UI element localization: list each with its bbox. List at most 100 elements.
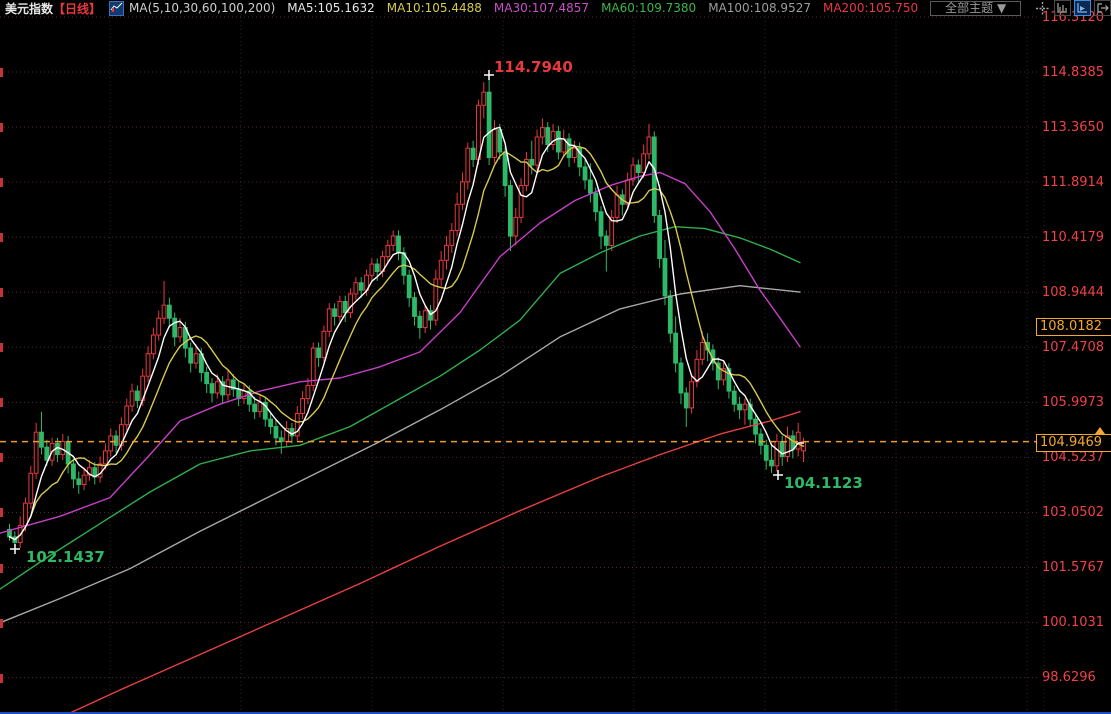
ma-value-label: MA5:105.1632 — [287, 1, 375, 15]
candle-body — [588, 180, 592, 193]
all-themes-button[interactable]: 全部主题 ▼ — [930, 1, 1021, 16]
crosshair-move-icon[interactable] — [1034, 0, 1051, 16]
candle-body — [764, 445, 768, 460]
axis-price-label: 108.9444 — [1042, 285, 1110, 300]
candle-body — [594, 193, 598, 212]
candle-body — [668, 296, 672, 333]
marker-price-box: 108.0182 — [1036, 318, 1111, 336]
ma-value-label: MA100:108.9527 — [708, 1, 811, 15]
candle-body — [359, 283, 363, 290]
candle-body — [194, 354, 198, 363]
candle-body — [301, 399, 305, 414]
candle-body — [754, 419, 758, 434]
axis-price-label: 113.3650 — [1042, 120, 1110, 135]
candle-body — [82, 475, 86, 484]
ma-value-label: MA30:107.4857 — [494, 1, 589, 15]
candle-body — [541, 128, 545, 137]
axis-chart-icon[interactable] — [1054, 0, 1071, 16]
left-axis-tick — [0, 178, 3, 187]
candle-body — [455, 204, 459, 230]
ma-value-list: MA5:105.1632MA10:105.4488MA30:107.4857MA… — [287, 1, 930, 15]
candle-body — [663, 258, 667, 295]
candle-body — [354, 283, 358, 294]
candle-body — [274, 427, 278, 438]
ma-signature: MA(5,10,30,60,100,200) — [129, 1, 275, 15]
left-axis-tick — [0, 398, 3, 407]
candle-body — [658, 215, 662, 258]
exit-pane-icon[interactable] — [1094, 0, 1111, 16]
chart-header: 美元指数 【日线】 MA(5,10,30,60,100,200) MA5:105… — [0, 0, 1111, 16]
axis-price-label: 98.6296 — [1042, 670, 1110, 685]
candle-body — [514, 217, 518, 236]
candle-body — [114, 436, 118, 445]
candle-body — [104, 451, 108, 464]
ma10-line — [10, 146, 804, 539]
extreme-price-label: 102.1437 — [26, 548, 105, 566]
left-axis-tick — [0, 68, 3, 77]
candle-body — [151, 335, 155, 354]
candle-body — [157, 318, 161, 335]
candle-body — [391, 236, 395, 245]
candle-body — [418, 316, 422, 327]
candle-body — [572, 148, 576, 157]
candle-body — [615, 195, 619, 217]
candle-body — [343, 301, 347, 312]
candle-body — [610, 217, 614, 245]
active-chart-icon[interactable] — [1074, 0, 1091, 16]
candle-body — [338, 301, 342, 316]
candle-body — [636, 165, 640, 172]
candle-body — [178, 328, 182, 337]
candle-body — [215, 382, 219, 393]
candle-body — [535, 137, 539, 165]
candle-body — [45, 447, 49, 460]
candle-body — [386, 245, 390, 256]
candle-body — [189, 348, 193, 363]
ma60-line — [0, 227, 800, 589]
ma-value-label: MA60:109.7380 — [601, 1, 696, 15]
candle-body — [738, 404, 742, 410]
candle-body — [461, 182, 465, 204]
axis-price-label: 103.0502 — [1042, 505, 1110, 520]
left-axis-tick — [0, 508, 3, 517]
candle-body — [162, 305, 166, 318]
candle-body — [626, 180, 630, 204]
candle-body — [397, 236, 401, 253]
left-axis-tick — [0, 674, 3, 683]
candle-body — [269, 419, 273, 426]
candle-body — [445, 245, 449, 260]
candle-body — [375, 264, 379, 271]
candle-body — [679, 363, 683, 393]
candle-body — [487, 92, 491, 157]
candle-body — [759, 434, 763, 445]
candle-body — [695, 359, 699, 381]
current-price-box: 104.9469 — [1036, 434, 1111, 452]
scroll-latest-arrow-icon[interactable] — [1095, 427, 1105, 434]
candle-body — [743, 404, 747, 410]
candle-body — [796, 432, 800, 449]
candle-body — [109, 436, 113, 451]
candle-body — [466, 148, 470, 182]
candle-body — [684, 393, 688, 408]
candle-body — [77, 479, 81, 485]
candle-body — [61, 442, 65, 455]
candle-body — [130, 391, 134, 406]
candle-body — [642, 154, 646, 173]
candle-body — [258, 402, 262, 411]
candle-body — [205, 372, 209, 383]
candle-body — [583, 167, 587, 180]
candle-body — [29, 473, 33, 503]
candlestick-chart[interactable]: 114.7940102.1437104.1123 — [0, 0, 1111, 714]
axis-price-label: 107.4708 — [1042, 340, 1110, 355]
candle-body — [471, 148, 475, 159]
candle-body — [556, 131, 560, 152]
candle-body — [770, 460, 774, 466]
candle-body — [370, 264, 374, 275]
candle-body — [530, 159, 534, 165]
left-axis-tick — [0, 619, 3, 628]
candle-body — [604, 236, 608, 245]
candle-body — [652, 137, 656, 215]
mini-chart-icon — [109, 1, 124, 16]
axis-price-label: 114.8385 — [1042, 65, 1110, 80]
axis-price-label: 104.5237 — [1042, 450, 1110, 465]
axis-price-label: 110.4179 — [1042, 230, 1110, 245]
